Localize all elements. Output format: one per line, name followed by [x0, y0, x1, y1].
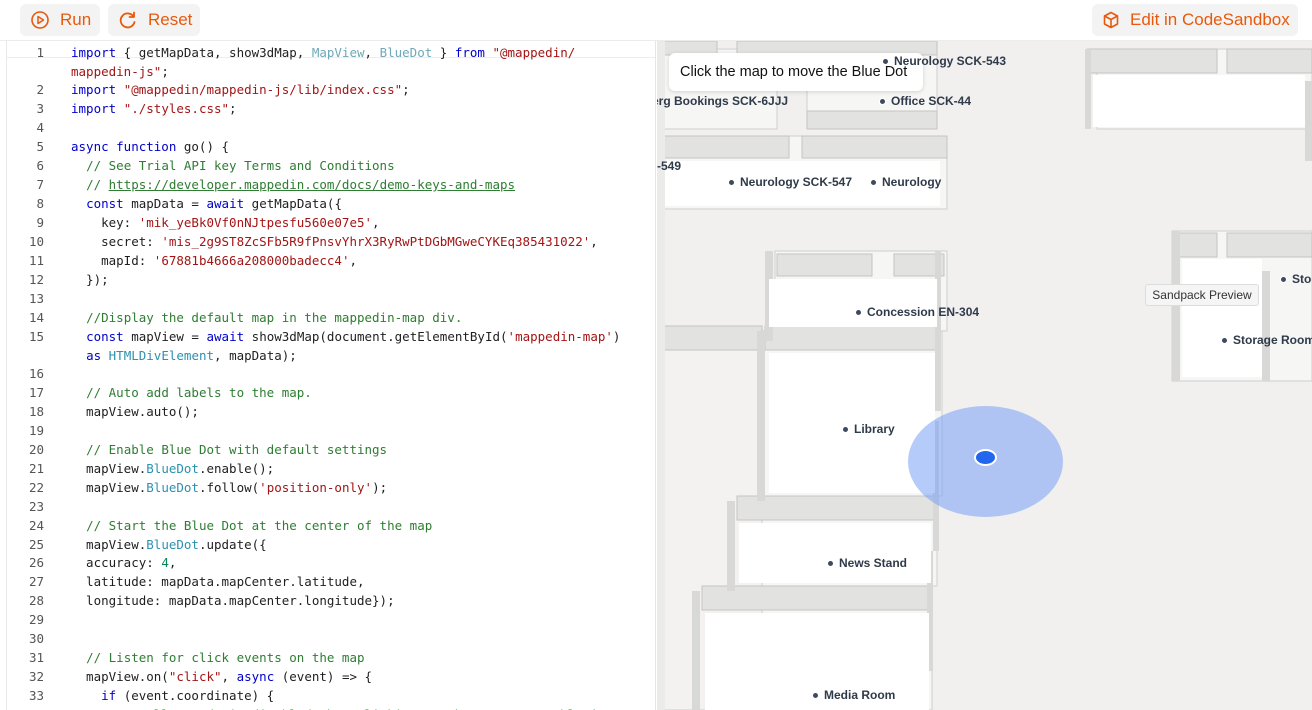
code-line: 12 });: [28, 272, 109, 287]
poi-neurology[interactable]: Neurology: [870, 175, 941, 189]
poi-concession-en-304[interactable]: Concession EN-304: [855, 305, 979, 319]
poi-media-room[interactable]: Media Room: [812, 688, 895, 702]
code-line: 29: [28, 612, 44, 627]
code-line: 27 latitude: mapData.mapCenter.latitude,: [28, 574, 365, 589]
code-line: 18 mapView.auto();: [28, 404, 199, 419]
code-line: as HTMLDivElement, mapData);: [86, 348, 297, 363]
run-label: Run: [60, 10, 92, 29]
poi-neurology-sck-547[interactable]: Neurology SCK-547: [728, 175, 852, 189]
code-line: 31 // Listen for click events on the map: [28, 650, 365, 665]
poi-room-549[interactable]: -549: [657, 159, 681, 173]
code-line: 33 if (event.coordinate) {: [28, 688, 275, 703]
code-line: 16: [28, 366, 44, 381]
code-line: 21 mapView.BlueDot.enable();: [28, 461, 275, 476]
code-line: 11 mapId: '67881b4666a208000badecc4',: [28, 253, 357, 268]
code-line: mappedin-js";: [71, 64, 169, 79]
poi-marker-icon: [1221, 336, 1228, 344]
code-line: 34 // Follow mode is disabled when click…: [0, 705, 655, 710]
poi-office-sck-44[interactable]: Office SCK-44: [879, 94, 971, 108]
demo-keys-link[interactable]: https://developer.mappedin.com/docs/demo…: [109, 177, 515, 192]
code-line: 10 secret: 'mis_2g9ST8ZcSFb5R9fPnsvYhrX3…: [28, 234, 598, 249]
code-line: 5 async function go() {: [36, 139, 230, 154]
code-line: 1 import { getMapData, show3dMap, MapView…: [36, 45, 576, 60]
code-line: 20 // Enable Blue Dot with default setti…: [28, 442, 388, 457]
toolbar: Run Reset Edit in CodeSandbox: [0, 0, 1312, 41]
play-circle-icon: [31, 11, 49, 29]
code-line: 6 // See Trial API key Terms and Conditi…: [36, 158, 395, 173]
reset-button[interactable]: Reset: [108, 4, 200, 36]
poi-bookings-sck-6jjj[interactable]: erg Bookings SCK-6JJJ: [657, 94, 788, 108]
reset-icon: [119, 11, 136, 29]
code-line: 9 key: 'mik_yeBk0Vf0nNJtpesfu560e07e5',: [36, 215, 380, 230]
code-line: 25 mapView.BlueDot.update({: [28, 537, 267, 552]
sandpack-preview-label: Sandpack Preview: [1145, 284, 1259, 306]
code-line: 30: [28, 631, 44, 646]
code-line: 19: [28, 423, 44, 438]
code-editor[interactable]: 1 import { getMapData, show3dMap, MapView…: [0, 41, 656, 710]
edit-label: Edit in CodeSandbox: [1130, 10, 1290, 29]
code-line: 24 // Start the Blue Dot at the center o…: [28, 518, 433, 533]
reset-label: Reset: [148, 10, 193, 29]
blue-dot-marker: [974, 449, 997, 466]
code-line: 23: [28, 499, 44, 514]
code-line: 17 // Auto add labels to the map.: [28, 385, 312, 400]
code-line: 7 // https://developer.mappedin.com/docs…: [36, 177, 516, 192]
code-line: 4: [36, 120, 44, 135]
code-line: 32 mapView.on("click", async (event) => …: [28, 669, 373, 684]
edit-in-codesandbox-button[interactable]: Edit in CodeSandbox: [1092, 4, 1298, 36]
poi-library[interactable]: Library: [842, 422, 895, 436]
code-line: 3 import "./styles.css";: [36, 101, 237, 116]
poi-neurology-sck-543[interactable]: Neurology SCK-543: [882, 54, 1006, 68]
poi-news-stand[interactable]: News Stand: [827, 556, 907, 570]
poi-storage-partial[interactable]: Sto: [1280, 272, 1311, 286]
code-line: 14 //Display the default map in the mapp…: [28, 310, 463, 325]
code-line: 2 import "@mappedin/mappedin-js/lib/index…: [36, 82, 410, 97]
code-line: 15 const mapView = await show3dMap(docum…: [28, 329, 621, 344]
run-button[interactable]: Run: [20, 4, 100, 36]
code-line: 13: [28, 291, 44, 306]
code-line: 22 mapView.BlueDot.follow('position-only…: [28, 480, 388, 495]
code-line: 28 longitude: mapData.mapCenter.longitud…: [28, 593, 395, 608]
floor-plan[interactable]: [657, 41, 1312, 710]
cube-icon: [1103, 11, 1119, 29]
poi-marker-icon: [827, 559, 834, 567]
poi-marker-icon: [879, 97, 886, 105]
code-line: 26 accuracy: 4,: [28, 555, 177, 570]
poi-marker-icon: [870, 178, 877, 186]
poi-marker-icon: [812, 691, 819, 699]
code-line: 8 const mapData = await getMapData({: [36, 196, 342, 211]
poi-marker-icon: [1280, 275, 1287, 283]
poi-marker-icon: [728, 178, 735, 186]
poi-marker-icon: [882, 57, 889, 65]
poi-marker-icon: [855, 308, 862, 316]
map-preview[interactable]: Click the map to move the Blue Dot Neuro…: [657, 41, 1312, 710]
poi-marker-icon: [842, 425, 849, 433]
poi-storage-room[interactable]: Storage Room: [1221, 333, 1312, 347]
